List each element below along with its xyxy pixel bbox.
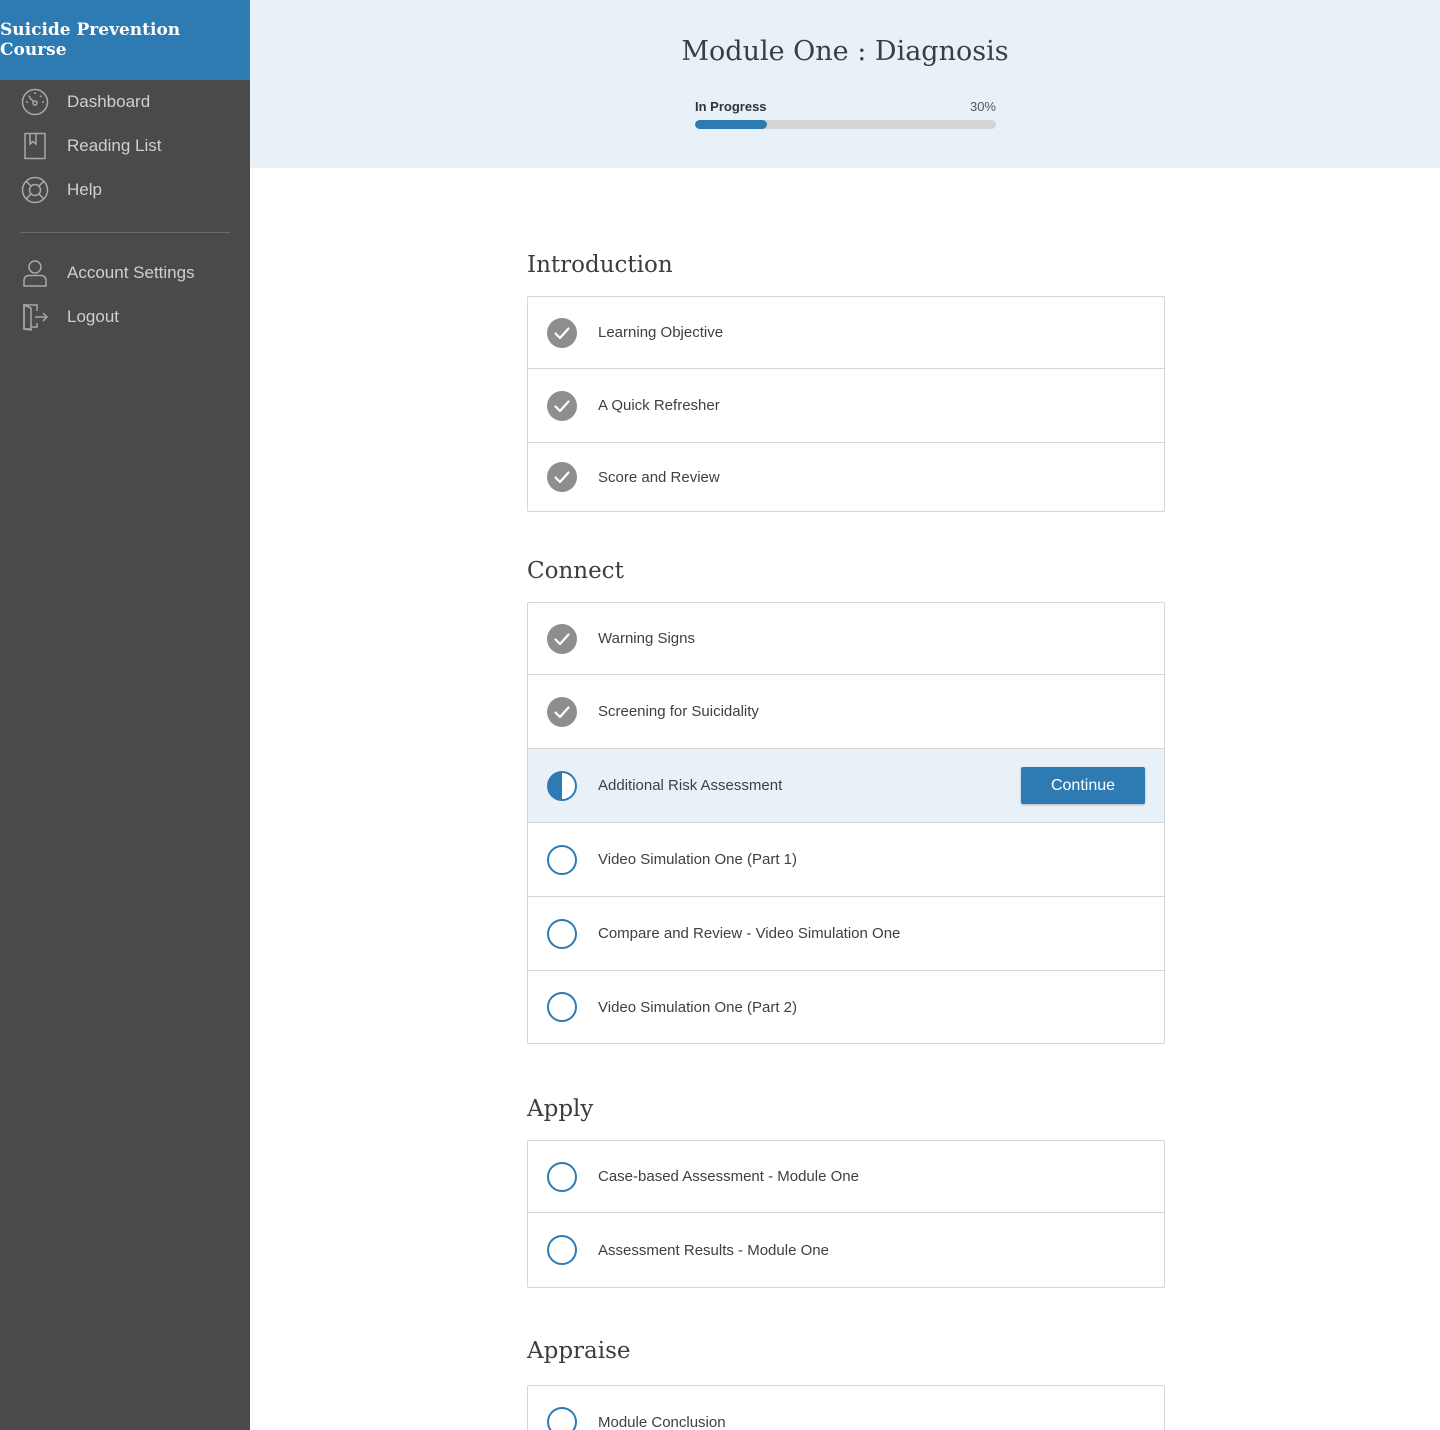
user-icon (20, 258, 50, 288)
brand-header[interactable]: Suicide Prevention Course (0, 0, 250, 80)
main-nav: Dashboard Reading List Help (0, 80, 250, 212)
progress-fill (695, 120, 768, 129)
lesson-item[interactable]: Score and Review (528, 443, 1164, 511)
check-icon (547, 317, 577, 348)
lesson-label: Video Simulation One (Part 1) (598, 851, 797, 868)
lesson-label: Warning Signs (598, 630, 695, 647)
lesson-label: Learning Objective (598, 324, 724, 341)
account-nav: Account Settings Logout (0, 251, 250, 339)
lesson-label: Score and Review (598, 468, 720, 486)
empty-circle-icon (547, 1407, 577, 1430)
lesson-label: A Quick Refresher (598, 397, 720, 414)
lesson-item[interactable]: Video Simulation One (Part 2) (528, 971, 1164, 1043)
section-title: Appraise (527, 1338, 631, 1364)
nav-label: Help (67, 180, 102, 199)
lesson-item[interactable]: Learning Objective (528, 297, 1164, 369)
lifebuoy-icon (20, 175, 50, 205)
page-title: Module One : Diagnosis (681, 36, 1009, 67)
lesson-label: Compare and Review - Video Simulation On… (598, 925, 901, 942)
section-title: Apply (527, 1096, 594, 1122)
section-introduction: Introduction Learning Objective A Quick … (527, 250, 1165, 512)
lesson-list: Introduction Learning Objective A Quick … (527, 168, 1165, 1430)
dashboard-icon (20, 87, 50, 117)
empty-circle-icon (547, 1161, 577, 1192)
lesson-label: Screening for Suicidality (598, 703, 759, 720)
lesson-label: Assessment Results - Module One (598, 1241, 829, 1259)
nav-label: Reading List (67, 136, 162, 155)
check-icon (547, 696, 577, 727)
lesson-item-current[interactable]: Additional Risk Assessment Continue (528, 749, 1164, 823)
check-icon (547, 623, 577, 654)
bookmark-icon (20, 131, 50, 161)
nav-label: Dashboard (67, 92, 151, 111)
section-apply: Apply Case-based Assessment - Module One… (527, 1094, 1165, 1288)
progress-status: In Progress (695, 99, 767, 114)
lesson-card: Learning Objective A Quick Refresher Sco… (527, 296, 1165, 512)
lesson-label: Case-based Assessment - Module One (598, 1168, 859, 1185)
lesson-label: Video Simulation One (Part 2) (598, 998, 797, 1016)
check-icon (547, 390, 577, 421)
empty-circle-icon (547, 844, 577, 875)
empty-circle-icon (547, 992, 577, 1022)
logout-icon (20, 302, 50, 332)
half-circle-icon (547, 770, 577, 801)
lesson-card: Case-based Assessment - Module One Asses… (527, 1140, 1165, 1288)
lesson-label: Additional Risk Assessment (598, 777, 783, 794)
lesson-item[interactable]: Screening for Suicidality (528, 675, 1164, 749)
lesson-item[interactable]: Case-based Assessment - Module One (528, 1141, 1164, 1213)
nav-label: Account Settings (67, 263, 195, 282)
nav-item-dashboard[interactable]: Dashboard (0, 80, 250, 124)
section-title: Connect (527, 558, 624, 584)
empty-circle-icon (547, 1235, 577, 1265)
empty-circle-icon (547, 918, 577, 949)
lesson-card: Warning Signs Screening for Suicidality … (527, 602, 1165, 1044)
section-appraise: Appraise Module Conclusion (527, 1336, 1165, 1430)
sidebar: Suicide Prevention Course Dashboard Read… (0, 0, 250, 1430)
progress-track (695, 120, 996, 129)
continue-button[interactable]: Continue (1021, 767, 1145, 804)
lesson-item[interactable]: A Quick Refresher (528, 369, 1164, 443)
check-icon (547, 462, 577, 492)
lesson-item[interactable]: Video Simulation One (Part 1) (528, 823, 1164, 897)
lesson-item[interactable]: Assessment Results - Module One (528, 1213, 1164, 1287)
lesson-item[interactable]: Module Conclusion (528, 1386, 1164, 1430)
lesson-item[interactable]: Warning Signs (528, 603, 1164, 675)
nav-item-logout[interactable]: Logout (0, 295, 250, 339)
module-header: Module One : Diagnosis In Progress 30% (250, 0, 1440, 168)
lesson-label: Module Conclusion (598, 1413, 726, 1430)
nav-label: Logout (67, 307, 119, 326)
lesson-card: Module Conclusion (527, 1385, 1165, 1430)
nav-divider (20, 232, 230, 233)
section-title: Introduction (527, 252, 673, 278)
module-progress: In Progress 30% (695, 99, 996, 129)
lesson-item[interactable]: Compare and Review - Video Simulation On… (528, 897, 1164, 971)
progress-percent: 30% (969, 99, 996, 114)
nav-item-account-settings[interactable]: Account Settings (0, 251, 250, 295)
nav-item-help[interactable]: Help (0, 168, 250, 212)
course-title: Suicide Prevention Course (0, 20, 181, 60)
section-connect: Connect Warning Signs Screening for Suic… (527, 556, 1165, 1044)
nav-item-reading-list[interactable]: Reading List (0, 124, 250, 168)
